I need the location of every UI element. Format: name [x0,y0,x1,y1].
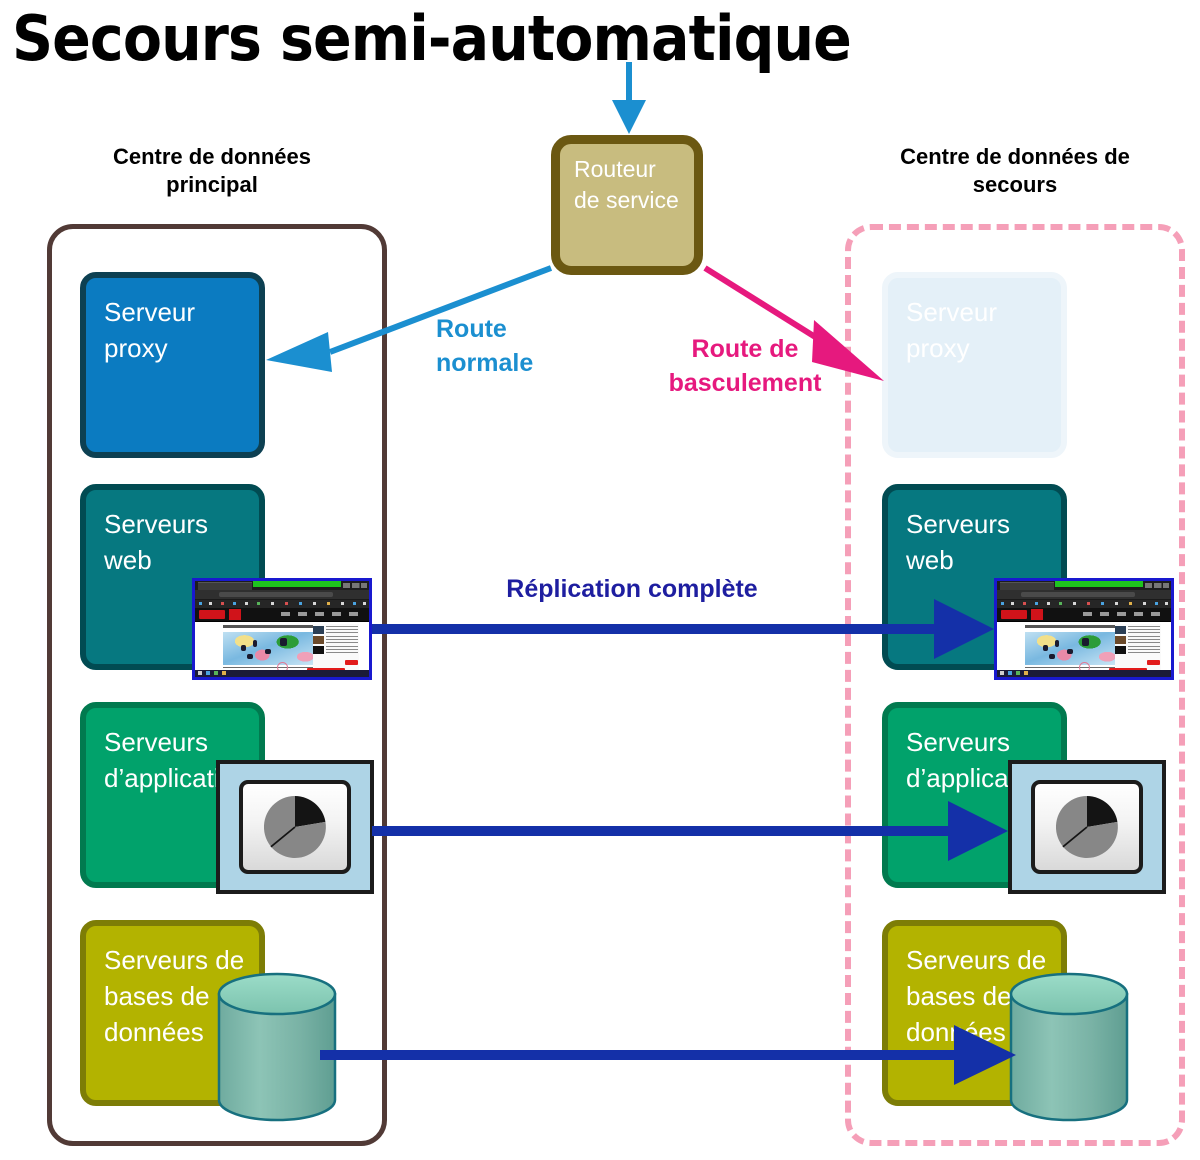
cylinder-shape [1009,972,1129,1122]
page-title: Secours semi-automatique [12,2,852,75]
browser-window-buttons [343,583,367,588]
browser-tab [1000,582,1054,590]
pie-chart-icon [1055,796,1118,858]
browser-green-accent [253,581,341,587]
browser-site-navbar [195,608,369,622]
os-taskbar [997,670,1171,677]
node-primary-proxy-server[interactable]: Serveur proxy [80,272,265,458]
backup-datacenter-heading: Centre de données de secours [900,144,1130,197]
pie-chart-icon [263,796,326,858]
label-route-basculement: Route de basculement [668,335,822,397]
browser-window-screenshot [192,578,372,680]
site-logo-secondary [229,609,241,620]
os-taskbar [195,670,369,677]
browser-url-bar [195,590,369,600]
site-logo [1001,610,1027,619]
site-logo [199,610,225,619]
browser-window-buttons [1145,583,1169,588]
browser-url-bar [997,590,1171,600]
browser-window-screenshot [994,578,1174,680]
site-menu [281,612,365,616]
browser-url-field [219,592,333,597]
label-replication-complete: Réplication complète [506,575,758,603]
cylinder-shape [217,972,337,1122]
diagram-canvas: Secours semi-automatique Centre de donné… [0,0,1200,1160]
label-route-normale: Route normale [436,315,534,377]
page-headline [223,625,319,628]
browser-bookmarks-bar [195,600,369,608]
browser-tab [198,582,252,590]
weather-map-image [1025,632,1123,665]
node-backup-proxy-server[interactable]: Serveur proxy [882,272,1067,458]
node-service-router[interactable]: Routeur de service [551,135,703,275]
monitor-pie-chart-icon [216,760,374,894]
browser-site-navbar [997,608,1171,622]
browser-titlebar [997,581,1171,590]
browser-titlebar [195,581,369,590]
primary-datacenter-heading: Centre de données principal [112,144,312,197]
site-menu [1083,612,1167,616]
browser-green-accent [1055,581,1143,587]
weather-map-image [223,632,321,665]
monitor-screen [239,780,351,874]
monitor-screen [1031,780,1143,874]
monitor-pie-chart-icon [1008,760,1166,894]
browser-url-field [1021,592,1135,597]
database-cylinder-icon [1008,972,1130,1122]
page-headline [1025,625,1121,628]
site-logo-secondary [1031,609,1043,620]
database-cylinder-icon [216,972,338,1122]
browser-bookmarks-bar [997,600,1171,608]
